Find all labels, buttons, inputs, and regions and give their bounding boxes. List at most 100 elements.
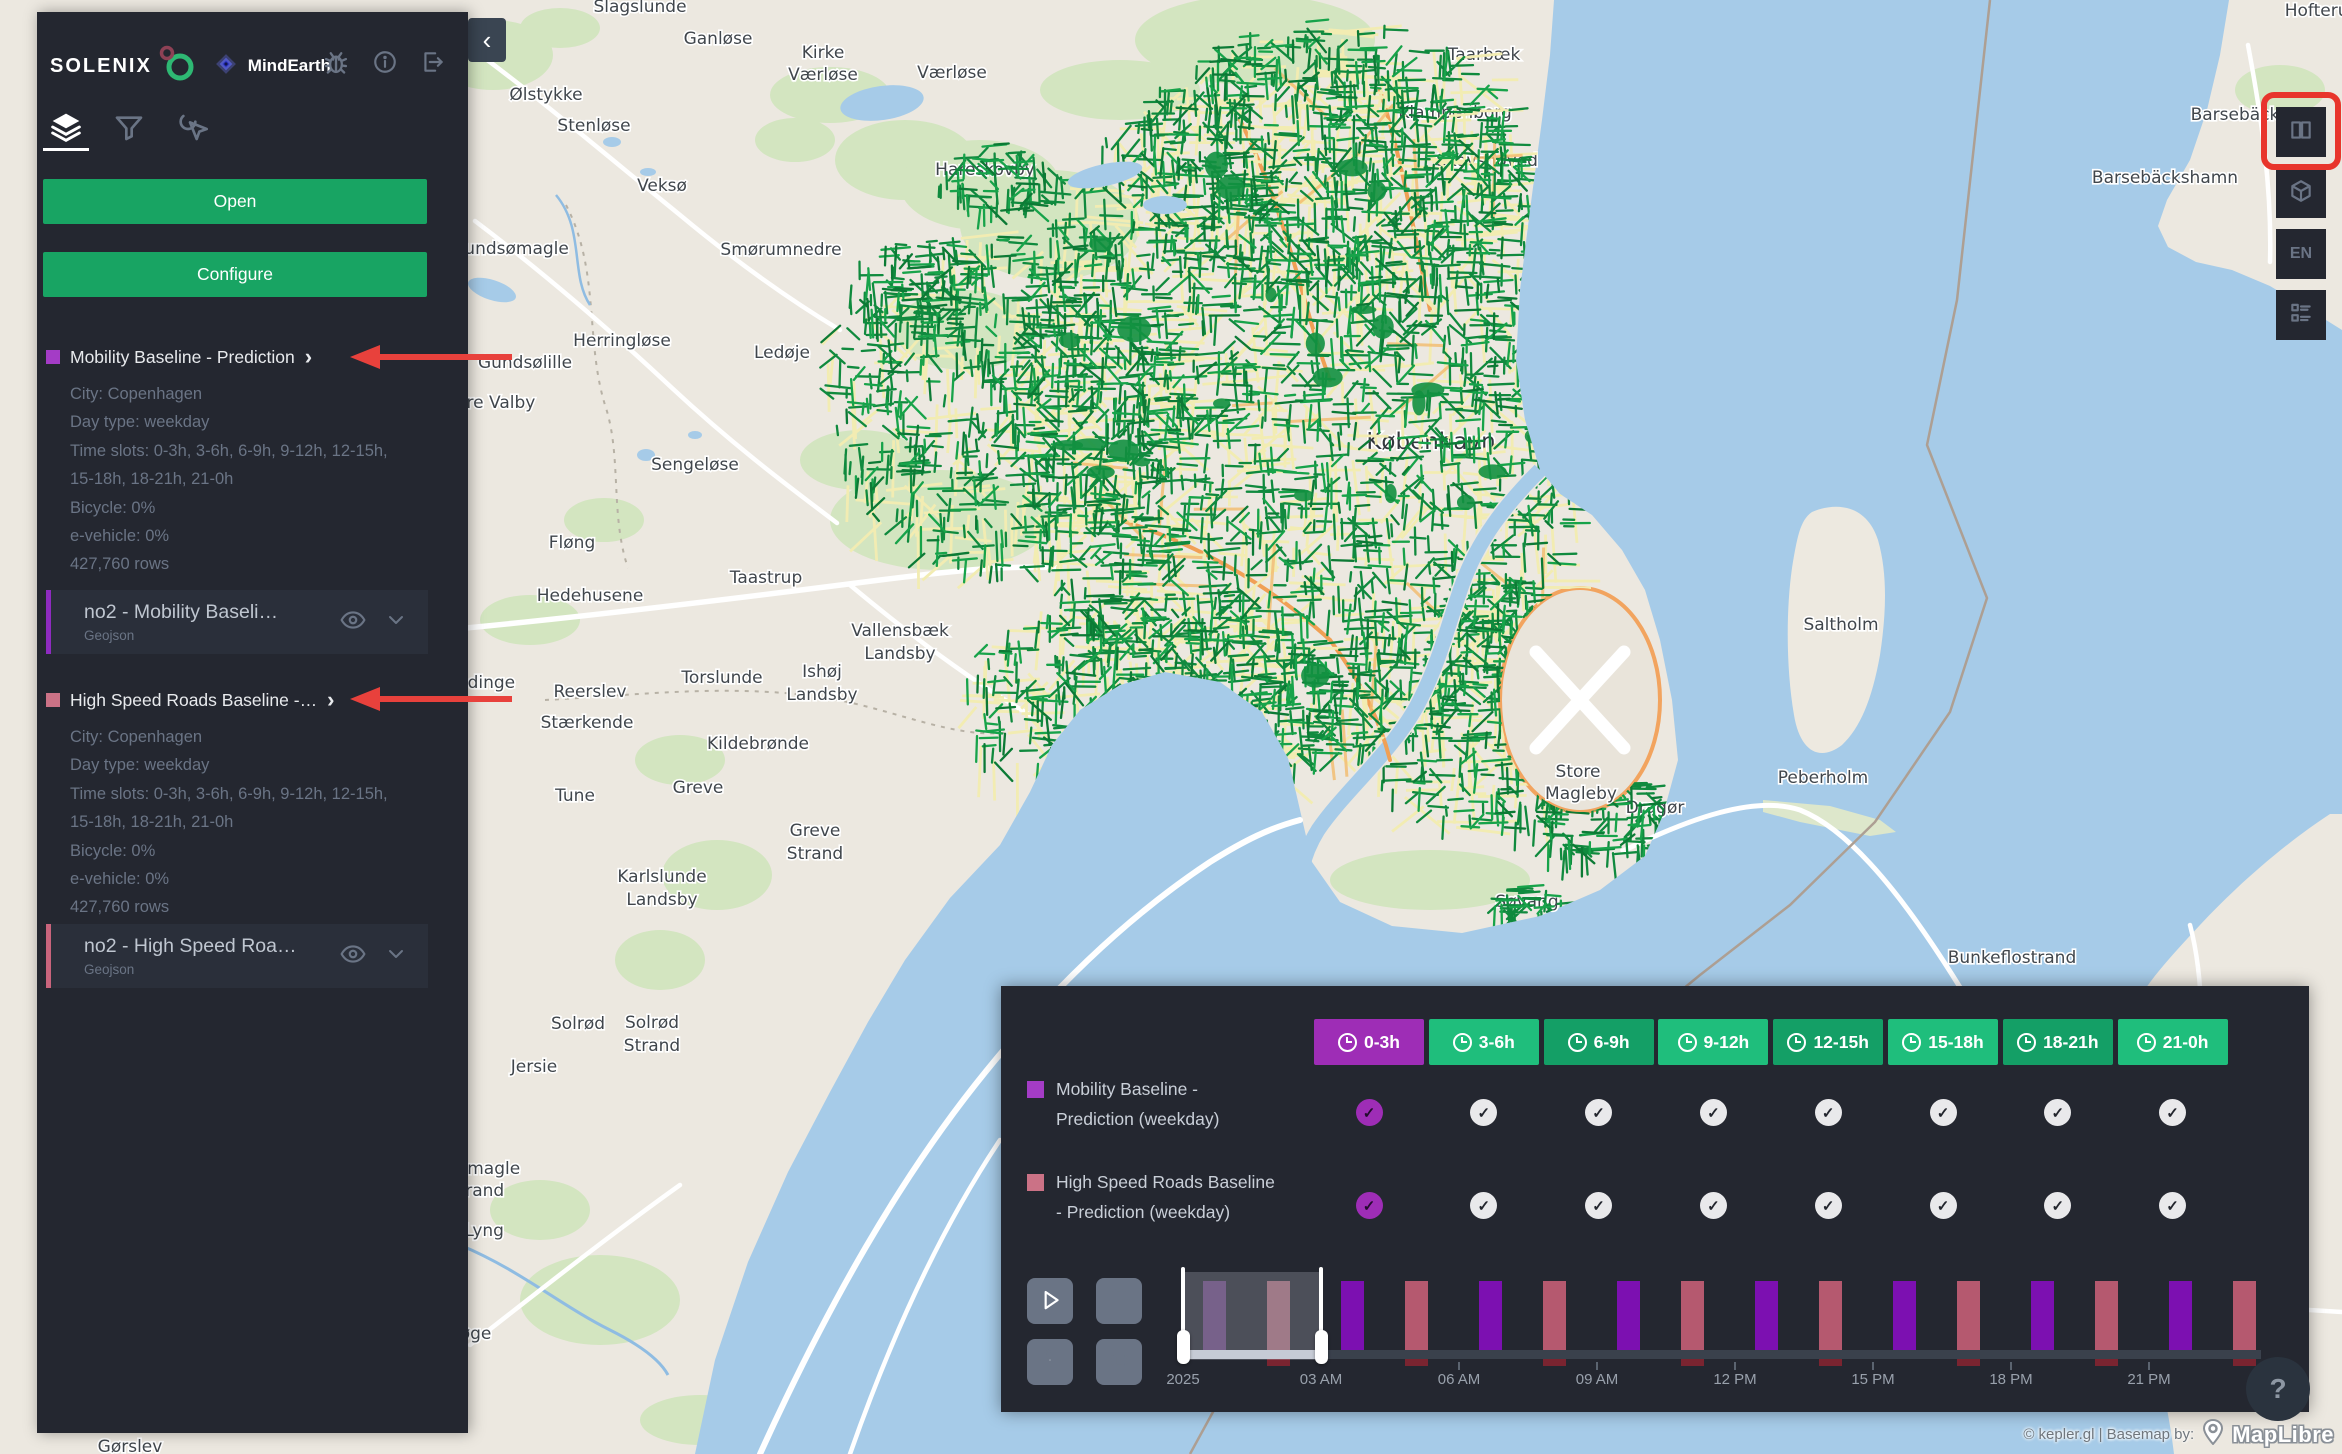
slot-check-highspeed-6[interactable]: ✓ [2044,1192,2071,1219]
time-slot-button-15-18h[interactable]: 15-18h [1888,1019,1998,1065]
export-icon[interactable] [420,49,446,80]
timeline-bar-stub [2233,1359,2256,1366]
timeline-selected-track[interactable] [1183,1350,1321,1359]
slot-check-highspeed-4[interactable]: ✓ [1815,1192,1842,1219]
bug-report-icon[interactable] [322,48,350,81]
slot-check-mobility-7[interactable]: ✓ [2159,1099,2186,1126]
layer-info-line: Day type: weekday [70,751,448,779]
check-icon: ✓ [2052,1104,2065,1122]
legend-icon [2288,300,2314,331]
timeline-tick-label: 21 PM [2127,1371,2170,1388]
speed-button[interactable] [1096,1278,1142,1324]
map-attribution: © kepler.gl | Basemap by: MapLibre [2023,1419,2334,1450]
toggle-3d-button[interactable] [2276,168,2326,218]
open-button[interactable]: Open [43,179,427,224]
slot-check-highspeed-2[interactable]: ✓ [1585,1192,1612,1219]
slot-check-mobility-2[interactable]: ✓ [1585,1099,1612,1126]
timeline-tick-label: 15 PM [1851,1371,1894,1388]
time-slot-button-0-3h[interactable]: 0-3h [1314,1019,1424,1065]
tab-filters[interactable] [113,110,145,149]
layer-group-header[interactable]: Mobility Baseline - Prediction› [46,346,312,368]
map-place-label: Værløse [788,65,858,85]
clock-icon [1338,1033,1357,1052]
timeline-tick-label: 12 PM [1713,1371,1756,1388]
anchor-window-button[interactable] [1096,1339,1142,1385]
attribution-text[interactable]: © kepler.gl | Basemap by: [2023,1426,2194,1443]
tab-layers[interactable] [50,110,82,149]
slot-check-mobility-5[interactable]: ✓ [1930,1099,1957,1126]
side-panel: SOLENIX MindEarth [37,12,468,1433]
layer-info-line: City: Copenhagen [70,723,448,751]
map-place-label: Bunkeflostrand [1948,948,2077,968]
map-place-label: Værløse [917,63,987,83]
timeline-tick-label: 06 AM [1438,1371,1481,1388]
timeline-bar-mobility [1617,1281,1640,1350]
timeline-axis[interactable] [1183,1350,2261,1359]
mindearth-logo: MindEarth [248,56,331,76]
time-slot-button-9-12h[interactable]: 9-12h [1658,1019,1768,1065]
map-place-label: Saltholm [1803,615,1878,635]
time-slot-button-6-9h[interactable]: 6-9h [1544,1019,1654,1065]
locale-button[interactable]: EN [2276,229,2326,279]
timeline-bar-highspeed [1405,1281,1428,1350]
play-button[interactable] [1027,1278,1073,1324]
layer-accent-bar [46,924,51,988]
brand-row: SOLENIX MindEarth [50,46,460,86]
slot-check-highspeed-1[interactable]: ✓ [1470,1192,1497,1219]
slot-check-highspeed-3[interactable]: ✓ [1700,1192,1727,1219]
timeline-tick-label: 09 AM [1576,1371,1619,1388]
layer-info-line: Time slots: 0-3h, 3-6h, 6-9h, 9-12h, 12-… [70,780,448,808]
map-place-label: Fløng [549,533,595,553]
visibility-eye-icon[interactable] [340,607,366,638]
tab-interactions[interactable] [176,110,208,149]
slot-check-highspeed-7[interactable]: ✓ [2159,1192,2186,1219]
chevron-right-icon[interactable]: › [327,693,334,707]
time-window-icon [1106,1347,1132,1378]
chevron-right-icon[interactable]: › [305,350,312,364]
layer-panel[interactable]: no2 - Mobility Baseli…Geojson [46,590,428,654]
time-slot-button-21-0h[interactable]: 21-0h [2118,1019,2228,1065]
map-place-label: Ledøje [754,343,810,363]
timeline-handle-start-grip[interactable] [1177,1330,1190,1364]
configure-button[interactable]: Configure [43,252,427,297]
slot-check-mobility-4[interactable]: ✓ [1815,1099,1842,1126]
slot-check-mobility-6[interactable]: ✓ [2044,1099,2071,1126]
series-swatch [1027,1081,1044,1098]
series-swatch [1027,1174,1044,1191]
layer-group-header[interactable]: High Speed Roads Baseline -…› [46,689,334,711]
info-icon[interactable] [372,49,398,80]
chevron-down-icon[interactable] [384,608,408,637]
clock-icon [1902,1033,1921,1052]
layer-info-line: e-vehicle: 0% [70,522,448,550]
layer-info-line: 427,760 rows [70,893,448,921]
timeline-handle-end-grip[interactable] [1315,1330,1328,1364]
chevron-down-icon[interactable] [384,942,408,971]
slot-check-mobility-3[interactable]: ✓ [1700,1099,1727,1126]
slot-check-highspeed-0[interactable]: ✓ [1356,1192,1383,1219]
time-slot-label: 3-6h [1479,1032,1515,1053]
map-place-label: Sengeløse [651,455,739,475]
maplibre-logo[interactable]: MapLibre [2232,1422,2334,1448]
timeline-bar-highspeed [1957,1281,1980,1350]
map-place-label: Greve [790,821,841,841]
split-map-button[interactable] [2276,107,2326,157]
check-icon: ✓ [1707,1197,1720,1215]
slot-check-mobility-1[interactable]: ✓ [1470,1099,1497,1126]
time-slot-button-3-6h[interactable]: 3-6h [1429,1019,1539,1065]
layer-info-line: Day type: weekday [70,408,448,436]
timeline-bar-mobility [1893,1281,1916,1350]
time-slot-button-12-15h[interactable]: 12-15h [1773,1019,1883,1065]
help-button[interactable]: ? [2246,1357,2310,1421]
map-place-label: Peberholm [1778,768,1869,788]
sidebar-collapse-button[interactable]: ‹ [468,18,506,62]
layer-panel[interactable]: no2 - High Speed Roa…Geojson [46,924,428,988]
reset-button[interactable] [1027,1339,1073,1385]
slot-check-highspeed-5[interactable]: ✓ [1930,1192,1957,1219]
legend-button[interactable] [2276,290,2326,340]
slot-check-mobility-0[interactable]: ✓ [1356,1099,1383,1126]
timeline-selection-window[interactable] [1183,1272,1321,1360]
timeline-tick-label: 18 PM [1989,1371,2032,1388]
time-slot-button-18-21h[interactable]: 18-21h [2003,1019,2113,1065]
visibility-eye-icon[interactable] [340,941,366,972]
map-place-label: Reerslev [553,682,626,702]
